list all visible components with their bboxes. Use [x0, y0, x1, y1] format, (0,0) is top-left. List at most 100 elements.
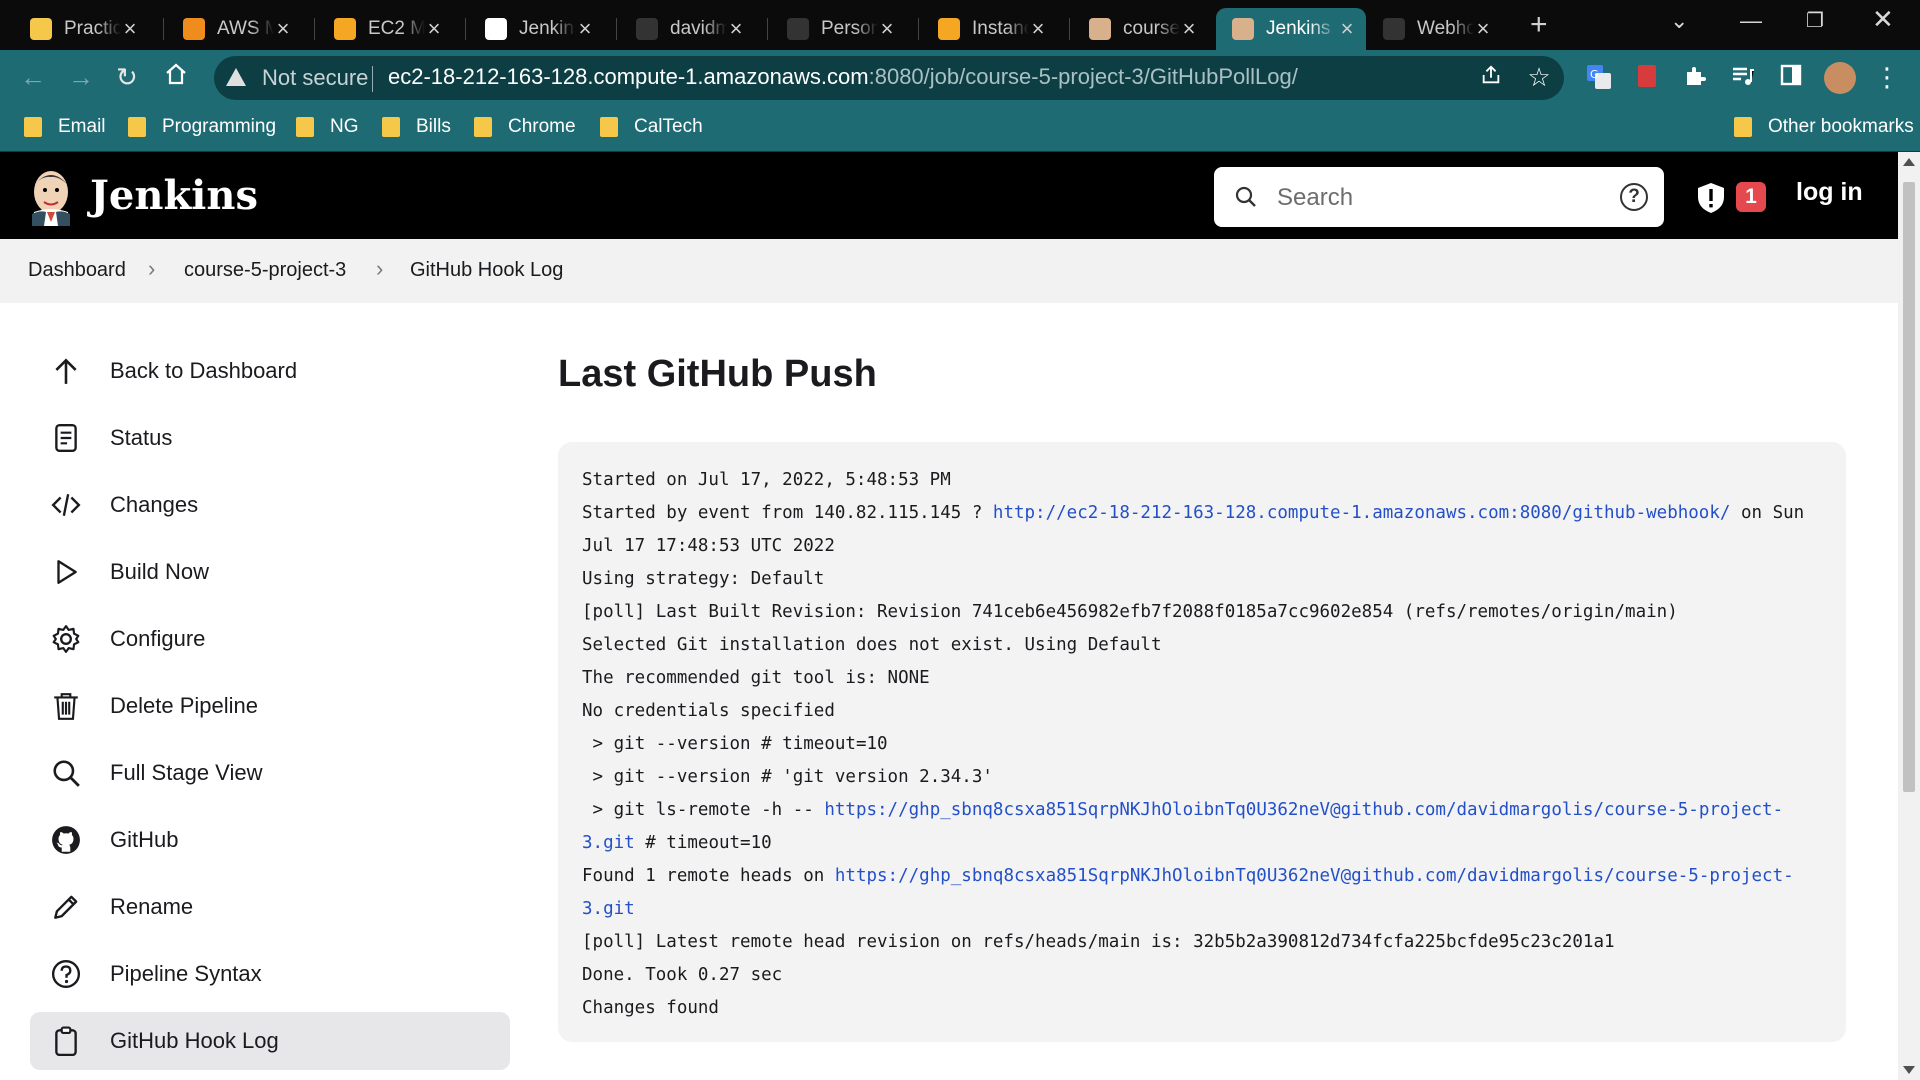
- star-icon[interactable]: ☆: [1526, 64, 1552, 90]
- tab-close-icon[interactable]: ×: [727, 18, 745, 40]
- sidebar-item-back-to-dashboard[interactable]: Back to Dashboard: [30, 342, 510, 400]
- sidebar-item-delete-pipeline[interactable]: Delete Pipeline: [30, 677, 510, 735]
- sidebar-item-github-hook-log[interactable]: GitHub Hook Log: [30, 1012, 510, 1070]
- tab-title: course: [1123, 18, 1180, 39]
- search-input[interactable]: Search: [1277, 184, 1353, 212]
- browser-tab[interactable]: Person ×: [771, 8, 906, 50]
- pencil-icon: [46, 887, 86, 927]
- back-arrow-icon[interactable]: ←: [20, 62, 46, 93]
- tab-search-chevron-icon[interactable]: ⌄: [1670, 8, 1688, 34]
- browser-tab[interactable]: course ×: [1073, 8, 1208, 50]
- tab-title: Jenkins: [1266, 18, 1331, 39]
- tab-separator: [918, 18, 919, 40]
- bookmark-folder[interactable]: Chrome: [474, 116, 576, 138]
- reload-icon[interactable]: ↻: [116, 62, 138, 93]
- tab-close-icon[interactable]: ×: [878, 18, 896, 40]
- translate-extension-icon[interactable]: G: [1586, 64, 1612, 90]
- browser-tab[interactable]: AWS M ×: [167, 8, 302, 50]
- home-icon[interactable]: [164, 62, 188, 93]
- jenkins-brand[interactable]: Jenkins: [90, 172, 258, 219]
- security-status[interactable]: Not secure: [262, 65, 368, 91]
- bookmark-extension-icon[interactable]: [1634, 64, 1660, 90]
- sidebar-item-status[interactable]: Status: [30, 409, 510, 467]
- jenkins-icon: [1089, 18, 1111, 40]
- folder-icon: [296, 117, 314, 137]
- browser-tab[interactable]: Instanc ×: [922, 8, 1057, 50]
- sidebar-item-build-now[interactable]: Build Now: [30, 543, 510, 601]
- browser-tab[interactable]: EC2 M ×: [318, 8, 453, 50]
- warning-triangle-icon[interactable]: [226, 68, 246, 86]
- browser-tab[interactable]: Jenkins×: [469, 8, 604, 50]
- media-queue-icon[interactable]: [1730, 64, 1756, 90]
- log-line: Done. Took 0.27 sec: [582, 965, 783, 985]
- extensions-puzzle-icon[interactable]: [1682, 64, 1708, 90]
- alert-count-badge[interactable]: 1: [1736, 182, 1766, 212]
- tab-separator: [163, 18, 164, 40]
- sidebar-item-rename[interactable]: Rename: [30, 878, 510, 936]
- tab-close-icon[interactable]: ×: [1474, 18, 1492, 40]
- bars-icon: [30, 18, 52, 40]
- browser-tab-strip: Practic×AWS M×EC2 M×Jenkins×davidm×Perso…: [0, 0, 1920, 50]
- log-link[interactable]: http://ec2-18-212-163-128.compute-1.amaz…: [993, 503, 1731, 523]
- new-tab-button[interactable]: +: [1530, 10, 1548, 40]
- log-text: # timeout=10: [634, 833, 772, 853]
- page-scrollbar[interactable]: [1898, 152, 1920, 1080]
- bookmark-folder[interactable]: Programming: [128, 116, 276, 138]
- tab-separator: [767, 18, 768, 40]
- shield-alert-icon[interactable]: [1697, 182, 1725, 219]
- bookmark-folder[interactable]: Email: [24, 116, 106, 138]
- aws-box-icon: [334, 18, 356, 40]
- scroll-up-arrow-icon[interactable]: [1903, 158, 1915, 166]
- log-line: Changes found: [582, 998, 719, 1018]
- tab-separator: [314, 18, 315, 40]
- tab-close-icon[interactable]: ×: [1029, 18, 1047, 40]
- profile-avatar[interactable]: [1824, 62, 1856, 94]
- browser-tab[interactable]: Practic ×: [14, 8, 149, 50]
- other-bookmarks-label: Other bookmarks: [1768, 116, 1914, 137]
- forward-arrow-icon[interactable]: →: [68, 62, 94, 93]
- sidebar-item-github[interactable]: GitHub: [30, 811, 510, 869]
- bookmark-label: NG: [330, 116, 359, 137]
- search-help-icon[interactable]: ?: [1620, 183, 1648, 211]
- browser-tab[interactable]: Jenkins ×: [1216, 8, 1366, 50]
- breadcrumb-dashboard[interactable]: Dashboard: [28, 259, 126, 282]
- bookmark-folder[interactable]: NG: [296, 116, 359, 138]
- browser-tab[interactable]: davidm ×: [620, 8, 755, 50]
- trash-icon: [46, 686, 86, 726]
- tab-close-icon[interactable]: ×: [121, 18, 139, 40]
- aws-cube-icon: [183, 18, 205, 40]
- log-text: Found 1 remote heads on: [582, 866, 835, 886]
- tab-close-icon[interactable]: ×: [274, 18, 292, 40]
- tab-close-icon[interactable]: ×: [425, 18, 443, 40]
- restore-button[interactable]: ❐: [1806, 8, 1824, 33]
- scrollbar-thumb[interactable]: [1903, 182, 1915, 792]
- tab-separator: [1069, 18, 1070, 40]
- bookmark-folder[interactable]: CalTech: [600, 116, 703, 138]
- bookmark-label: Programming: [162, 116, 277, 137]
- tab-close-icon[interactable]: ×: [1338, 18, 1356, 40]
- scroll-down-arrow-icon[interactable]: [1903, 1066, 1915, 1074]
- login-link[interactable]: log in: [1796, 178, 1863, 207]
- url-text[interactable]: ec2-18-212-163-128.compute-1.amazonaws.c…: [388, 64, 1298, 90]
- sidebar-item-full-stage-view[interactable]: Full Stage View: [30, 744, 510, 802]
- other-bookmarks[interactable]: Other bookmarks: [1734, 116, 1914, 138]
- tab-close-icon[interactable]: ×: [576, 18, 594, 40]
- browser-tab[interactable]: Webho ×: [1367, 8, 1502, 50]
- tab-title: EC2 M: [368, 18, 425, 39]
- browser-menu-icon[interactable]: ⋮: [1874, 64, 1900, 90]
- minimize-button[interactable]: —: [1740, 8, 1762, 34]
- side-panel-icon[interactable]: [1778, 64, 1804, 90]
- share-icon[interactable]: [1478, 64, 1504, 90]
- sidebar-item-pipeline-syntax[interactable]: Pipeline Syntax: [30, 945, 510, 1003]
- close-window-button[interactable]: ✕: [1872, 4, 1894, 35]
- jenkins-logo[interactable]: [28, 166, 74, 226]
- breadcrumb-current[interactable]: GitHub Hook Log: [410, 259, 563, 282]
- folder-icon: [1734, 117, 1752, 137]
- bookmark-folder[interactable]: Bills: [382, 116, 451, 138]
- search-box[interactable]: Search ?: [1214, 167, 1664, 227]
- tab-close-icon[interactable]: ×: [1180, 18, 1198, 40]
- sidebar-item-changes[interactable]: Changes: [30, 476, 510, 534]
- breadcrumb-job[interactable]: course-5-project-3: [184, 259, 346, 282]
- sidebar-item-configure[interactable]: Configure: [30, 610, 510, 668]
- folder-icon: [474, 117, 492, 137]
